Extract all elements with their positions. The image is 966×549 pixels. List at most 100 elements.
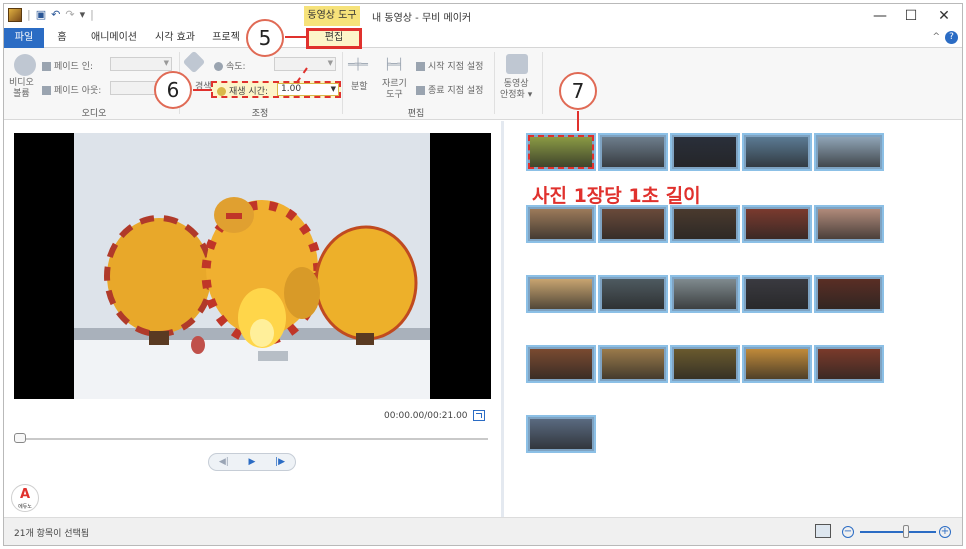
- storyboard-thumbnail[interactable]: [742, 133, 812, 171]
- play-icon[interactable]: ▶: [249, 457, 256, 467]
- playback-controls: ◀| ▶ |▶: [208, 453, 296, 471]
- logo-letter: A: [19, 487, 31, 502]
- quick-access-toolbar: | ▣ ↶ ↷ ▾ |: [8, 8, 94, 22]
- tab-home[interactable]: 홈: [50, 28, 74, 48]
- stabilize-icon[interactable]: [506, 54, 528, 74]
- thumbnail-image: [602, 349, 664, 379]
- previous-frame-icon[interactable]: ◀|: [219, 457, 229, 467]
- thumbnail-image: [746, 137, 808, 167]
- maximize-button[interactable]: ☐: [896, 6, 926, 26]
- storyboard-thumbnail[interactable]: [526, 415, 596, 453]
- storyboard-thumbnail[interactable]: [814, 205, 884, 243]
- storyboard-thumbnail[interactable]: [670, 133, 740, 171]
- redo-icon[interactable]: ↷: [65, 8, 74, 22]
- app-icon[interactable]: [8, 8, 22, 22]
- fade-in-select[interactable]: ▼: [110, 57, 172, 71]
- thumbnail-image: [818, 209, 880, 239]
- callout-6-leader: [193, 89, 212, 91]
- thumbnail-image: [674, 349, 736, 379]
- zoom-slider[interactable]: [860, 531, 936, 533]
- seek-bar[interactable]: [16, 438, 488, 440]
- set-end-point[interactable]: 종료 지점 설정: [416, 83, 483, 96]
- zoom-in-icon[interactable]: +: [939, 526, 951, 538]
- tab-file[interactable]: 파일: [4, 28, 44, 48]
- thumbnail-image: [530, 419, 592, 449]
- ribbon-panel: 비디오 볼륨 페이드 인: ▼ 페이드 아웃: ▼ 오디오 경색 속도: ▼ 재…: [4, 48, 962, 120]
- group-separator: [342, 52, 343, 114]
- collapse-ribbon-icon[interactable]: ^: [932, 32, 940, 42]
- preview-image: [14, 133, 491, 399]
- thumbnail-image: [746, 279, 808, 309]
- edit-tab-highlight: [306, 28, 362, 49]
- end-point-icon: [416, 86, 425, 95]
- close-button[interactable]: ✕: [929, 6, 959, 26]
- thumbnail-image: [674, 137, 736, 167]
- tab-visual-effects[interactable]: 시각 효과: [150, 28, 200, 48]
- set-start-label: 시작 지점 설정: [428, 62, 484, 72]
- storyboard-thumbnail[interactable]: [598, 345, 668, 383]
- zoom-out-icon[interactable]: −: [842, 526, 854, 538]
- storyboard-thumbnail[interactable]: [598, 205, 668, 243]
- storyboard-thumbnail[interactable]: [742, 205, 812, 243]
- storyboard-thumbnail[interactable]: [598, 275, 668, 313]
- minimize-button[interactable]: —: [865, 6, 895, 26]
- separator: |: [27, 8, 31, 21]
- undo-icon[interactable]: ↶: [51, 8, 60, 22]
- storyboard-thumbnail[interactable]: [670, 205, 740, 243]
- duration-icon: [217, 87, 226, 96]
- thumbnail-image: [818, 279, 880, 309]
- storyboard-thumbnail[interactable]: [526, 133, 596, 171]
- thumbnail-image: [818, 137, 880, 167]
- status-bar: 21개 항목이 선택됨 − +: [4, 517, 962, 545]
- video-preview[interactable]: [14, 133, 491, 399]
- stabilize-label[interactable]: 동영상 안정화 ▾: [500, 79, 532, 101]
- customize-icon[interactable]: ▾: [80, 8, 86, 22]
- tab-project[interactable]: 프로젝: [208, 28, 244, 48]
- start-point-icon: [416, 62, 425, 71]
- callout-6: 6: [154, 71, 192, 109]
- storyboard-thumbnail[interactable]: [526, 275, 596, 313]
- video-volume-label[interactable]: 비디오 볼륨: [9, 78, 34, 100]
- fullscreen-icon[interactable]: [473, 410, 485, 421]
- split-label[interactable]: 분할: [351, 79, 368, 92]
- storyboard-pane: 사진 1장당 1초 길이: [504, 121, 962, 517]
- storyboard-thumbnail[interactable]: [742, 345, 812, 383]
- watermark-logo: A 에듀노: [11, 484, 39, 512]
- split-icon[interactable]: ═╪═: [348, 58, 368, 71]
- timecode: 00:00.00/00:21.00: [384, 411, 468, 421]
- thumbnail-size-icon[interactable]: [815, 524, 831, 538]
- zoom-slider-thumb[interactable]: [902, 525, 909, 538]
- save-icon[interactable]: ▣: [36, 8, 46, 22]
- window-title: 내 동영상 - 무비 메이커: [372, 13, 472, 24]
- background-color-icon[interactable]: [182, 50, 206, 74]
- storyboard-thumbnail[interactable]: [814, 133, 884, 171]
- help-icon[interactable]: ?: [945, 31, 958, 44]
- storyboard-thumbnail[interactable]: [814, 275, 884, 313]
- duration-value: 1.00: [281, 84, 302, 94]
- storyboard-thumbnail[interactable]: [814, 345, 884, 383]
- storyboard-thumbnail[interactable]: [670, 345, 740, 383]
- thumbnail-image: [530, 209, 592, 239]
- volume-icon[interactable]: [14, 54, 36, 76]
- next-frame-icon[interactable]: |▶: [275, 457, 285, 467]
- set-start-point[interactable]: 시작 지점 설정: [416, 59, 483, 72]
- storyboard-thumbnail[interactable]: [598, 133, 668, 171]
- trim-tool-icon[interactable]: ╞═╡: [384, 58, 404, 71]
- storyboard-thumbnail[interactable]: [670, 275, 740, 313]
- tab-animation[interactable]: 애니메이션: [84, 28, 144, 48]
- seek-thumb[interactable]: [14, 433, 26, 443]
- callout-5-leader: [285, 36, 306, 38]
- storyboard-thumbnail[interactable]: [526, 345, 596, 383]
- callout-5: 5: [246, 19, 284, 57]
- group-separator: [542, 52, 543, 114]
- trim-tool-label[interactable]: 자르기 도구: [382, 79, 407, 101]
- thumbnail-image: [746, 349, 808, 379]
- callout-7: 7: [559, 72, 597, 110]
- duration-select[interactable]: 1.00 ▼: [277, 83, 339, 96]
- storyboard-thumbnail[interactable]: [526, 205, 596, 243]
- fade-in-text: 페이드 인:: [54, 62, 94, 72]
- duration-label: 재생 시간:: [217, 84, 268, 97]
- fade-out-icon: [42, 86, 51, 95]
- fade-in-label: 페이드 인:: [42, 59, 93, 72]
- storyboard-thumbnail[interactable]: [742, 275, 812, 313]
